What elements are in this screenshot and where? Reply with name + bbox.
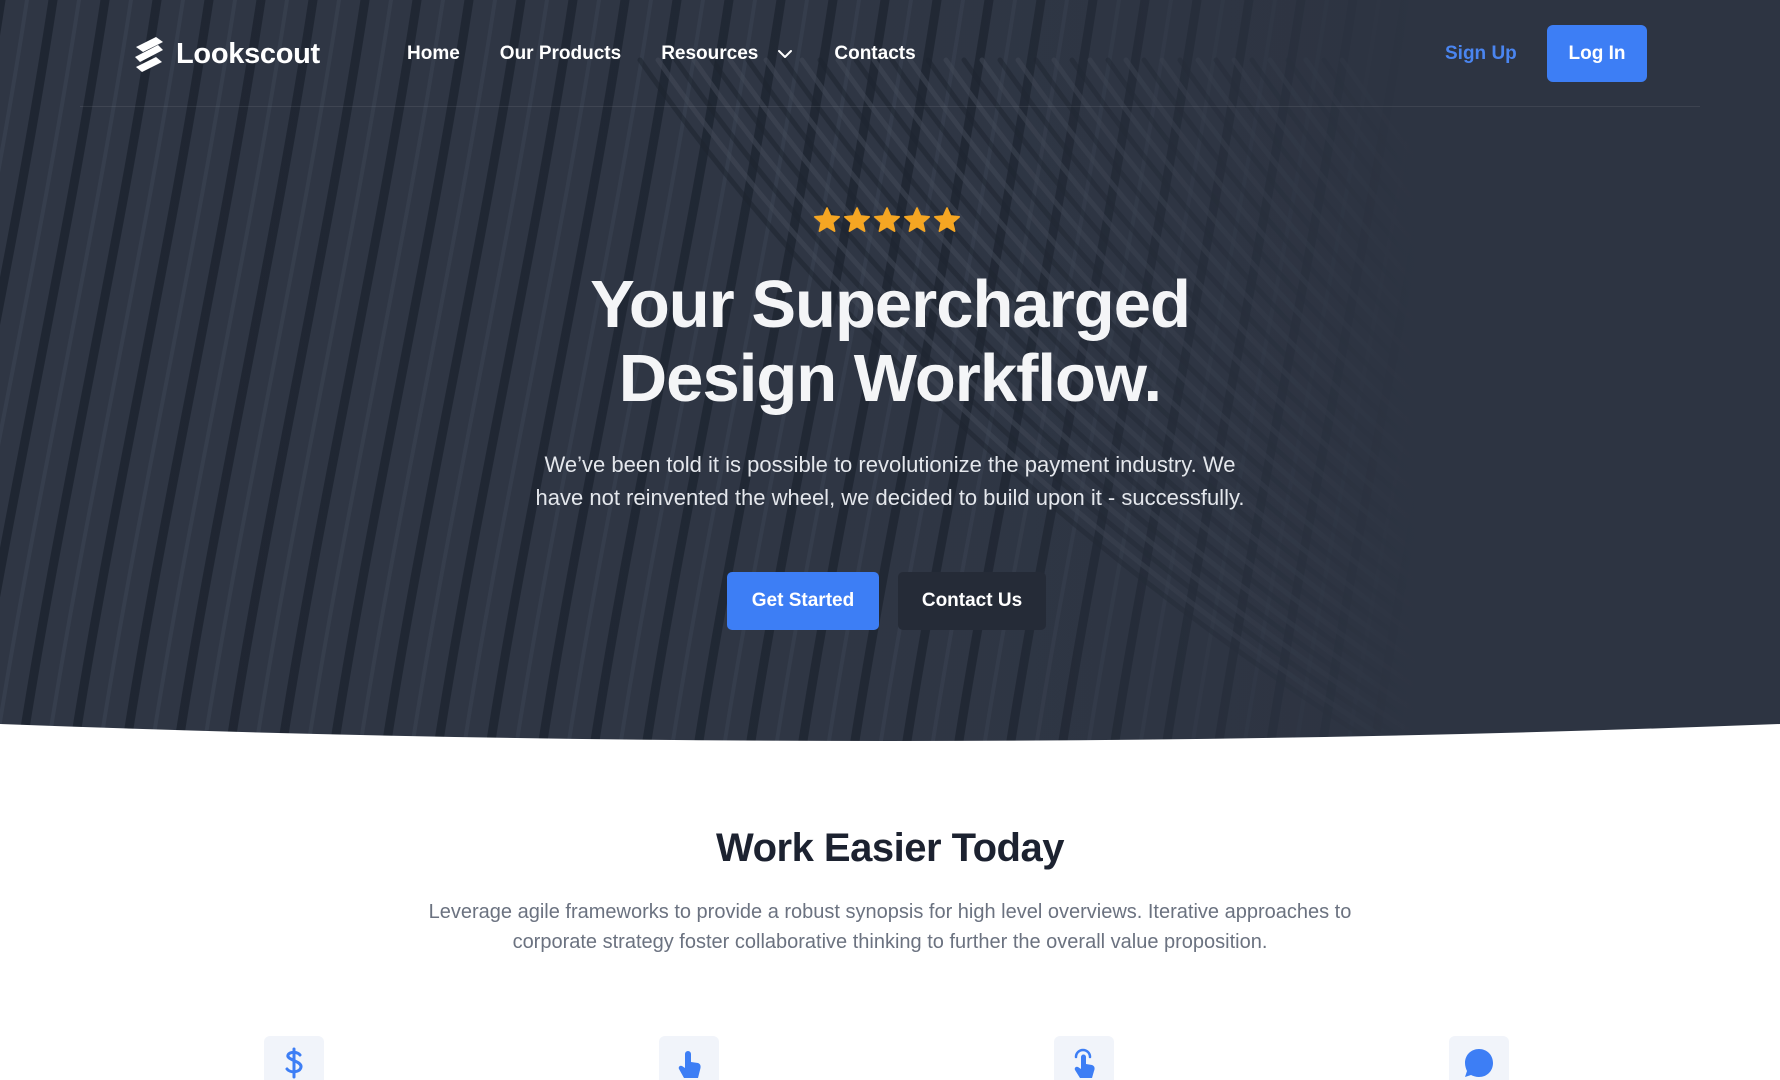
brand-logo[interactable]: Lookscout <box>132 34 320 74</box>
hero-title-line-1: Your Supercharged <box>590 267 1191 342</box>
section-description: Leverage agile frameworks to provide a r… <box>390 897 1390 957</box>
star-icon <box>843 207 871 232</box>
contact-us-button[interactable]: Contact Us <box>898 572 1046 630</box>
hero-subtitle-line-1: We’ve been told it is possible to revolu… <box>544 452 1236 477</box>
star-icon <box>933 207 961 232</box>
hero-title-line-2: Design Workflow. <box>618 341 1162 416</box>
chat-bubble-icon <box>1465 1049 1493 1077</box>
dollar-icon <box>285 1047 303 1079</box>
feature-icon-chat <box>1449 1036 1509 1080</box>
hero-title: Your Supercharged Design Workflow. <box>440 268 1340 416</box>
hero-bottom-curve <box>0 724 1780 750</box>
hero-subtitle: We’ve been told it is possible to revolu… <box>440 448 1340 514</box>
nav-link-our-products[interactable]: Our Products <box>500 43 621 65</box>
section-description-line-1: Leverage agile frameworks to provide a r… <box>428 901 1352 923</box>
nav-dropdown-resources[interactable]: Resources <box>661 43 794 65</box>
log-in-button[interactable]: Log In <box>1547 25 1647 82</box>
nav-links: Home Our Products Resources Contacts <box>407 40 956 68</box>
brand-name: Lookscout <box>176 37 320 70</box>
section-title: Work Easier Today <box>716 826 1064 870</box>
chevron-down-icon <box>778 50 793 58</box>
nav-link-contacts[interactable]: Contacts <box>834 43 915 65</box>
star-icon <box>873 207 901 232</box>
nav-dropdown-resources-label: Resources <box>661 43 759 64</box>
stacked-stripes-logo-icon <box>135 37 163 72</box>
get-started-button[interactable]: Get Started <box>727 572 879 630</box>
feature-icon-pointer <box>659 1036 719 1080</box>
top-navigation: Lookscout Home Our Products Resources Co… <box>0 0 1780 107</box>
hero-subtitle-line-2: have not reinvented the wheel, we decide… <box>535 485 1245 510</box>
pointer-hand-icon <box>678 1051 701 1078</box>
sign-up-link[interactable]: Sign Up <box>1445 40 1517 68</box>
feature-icon-tap <box>1054 1036 1114 1080</box>
nav-divider <box>80 106 1700 107</box>
section-description-line-2: corporate strategy foster collaborative … <box>512 931 1268 953</box>
star-icon <box>903 207 931 232</box>
tap-hand-icon <box>1074 1048 1095 1078</box>
star-icon <box>813 207 841 232</box>
star-rating <box>813 206 961 238</box>
nav-link-home[interactable]: Home <box>407 43 460 65</box>
feature-icon-dollar <box>264 1036 324 1080</box>
